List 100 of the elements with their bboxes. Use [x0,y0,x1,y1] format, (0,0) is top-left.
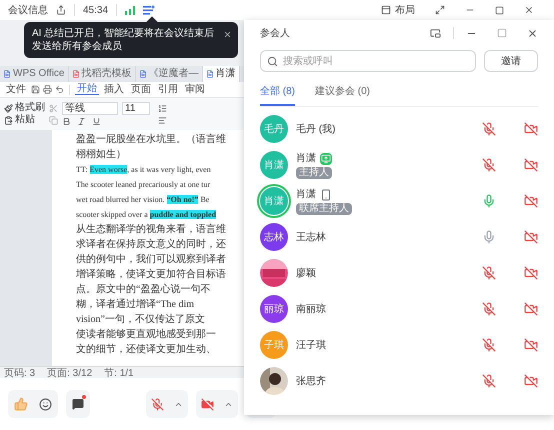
mic-off-icon[interactable] [482,338,496,352]
mic-off-icon[interactable] [482,266,496,280]
tooltip-text: AI 总结已开启，智能纪要将在会议结束后发送给所有参会成员 [32,28,214,52]
menu-tab[interactable]: 页面 [129,84,153,94]
mic-off-icon[interactable] [482,122,496,136]
italic-icon[interactable] [77,117,86,126]
document-line: 增译策略，使译文更加符合目标语 [76,268,226,282]
participant-row[interactable]: 子琪 汪子琪 [260,327,538,363]
close-icon[interactable] [223,30,232,39]
camera-off-icon[interactable] [524,230,538,244]
menu-tab[interactable]: 文件 [4,84,28,94]
participant-row[interactable]: 志林 王志林 [260,219,538,255]
participant-tab[interactable]: 全部 (8) [260,84,295,106]
menu-tab[interactable]: 插入 [102,84,126,94]
underline-icon[interactable] [92,117,101,126]
document-tab[interactable]: WPS Office [0,66,68,82]
meeting-info-label[interactable]: 会议信息 [8,2,48,18]
maximize-icon[interactable] [495,6,504,14]
role-badge: 主持人 [296,167,332,179]
share-icon[interactable] [56,5,66,15]
font-select[interactable]: 等线 [62,102,118,115]
cut-icon[interactable] [49,104,58,112]
participant-row[interactable]: 张思齐 [260,363,538,399]
document-line: wet road blurred her vision. “Oh no!” Be [76,194,210,206]
camera-off-icon[interactable] [524,266,538,280]
menu-tab[interactable]: 审阅 [183,84,207,94]
camera-off-icon[interactable] [524,338,538,352]
camera-off-icon[interactable] [524,302,538,316]
avatar: 志林 [260,223,288,251]
mic-icon[interactable] [482,194,496,208]
document-line: The scooter leaned precariously at one tur [76,179,210,191]
fullscreen-icon[interactable] [435,5,445,15]
camera-button[interactable] [196,390,238,418]
mic-off-icon[interactable] [482,374,496,388]
chat-button[interactable] [66,390,90,418]
participant-row[interactable]: 丽琼 南丽琼 [260,291,538,327]
camera-off-icon[interactable] [524,158,538,172]
reactions-button[interactable] [8,390,58,418]
save-icon[interactable] [31,85,40,94]
paste-button[interactable]: 粘贴 [4,115,45,125]
signal-icon [125,6,136,14]
document-line: vision”一句，不仅传达了原文 [76,312,205,327]
avatar: 丽琼 [260,295,288,323]
menu-tab[interactable]: 开始 [75,84,99,95]
clipboard-icon [4,116,13,124]
font-size-select[interactable]: 11 [122,102,150,115]
bold-icon[interactable] [62,117,71,126]
document-line: TT: Even worse, as it was very light, even [76,164,211,176]
document-tab[interactable]: 肖潇 [202,66,240,82]
document-line: 糊，译者通过增译“The dim [76,298,194,312]
participant-row[interactable]: 肖潇 肖潇 主持人 [260,147,538,183]
participant-name: 南丽琼 [296,302,326,316]
participant-tab[interactable]: 建议参会 (0) [315,84,370,106]
document-line: 点。原文中的“盈盈心说一句不 [76,282,210,297]
participant-row[interactable]: 廖颖 [260,255,538,291]
undo-icon[interactable] [55,85,64,94]
list-icon[interactable] [158,104,167,112]
thumbs-up-icon[interactable] [14,397,28,411]
mic-off-icon[interactable] [482,158,496,172]
participant-name: 廖颖 [296,266,316,280]
close-icon[interactable] [527,28,538,38]
copy-icon[interactable] [49,116,58,124]
document-tab[interactable]: 《逆魔者— [136,66,202,82]
pop-out-icon[interactable] [430,28,441,38]
meeting-timer: 45:34 [83,4,108,18]
participant-row[interactable]: 肖潇 肖潇 联席主持人 [260,183,538,219]
menu-tab[interactable]: 引用 [156,84,180,94]
ai-notes-icon[interactable] [143,5,156,15]
document-line: 盈盈一屁股坐在水坑里。（语言维 [76,132,226,147]
camera-off-icon[interactable] [524,122,538,136]
mic-button[interactable] [146,390,188,418]
camera-off-icon[interactable] [524,194,538,208]
status-bar-item: 页面: 3/12 [47,368,92,378]
invite-button[interactable]: 邀请 [484,50,538,72]
search-field[interactable]: 搜索或呼叫 [260,50,476,72]
chat-icon [72,398,84,410]
document-icon [138,70,146,78]
document-icon [206,70,214,78]
mic-off-icon[interactable] [482,302,496,316]
format-painter-button[interactable]: 格式刷 [4,103,45,113]
document-tab[interactable]: 找稻壳模板 [68,66,136,82]
participant-row[interactable]: 毛丹 毛丹 (我) [260,111,538,147]
panel-title: 参会人 [260,26,291,40]
document-line: 求译者在保持原文意义的同时，还 [76,238,226,252]
avatar: 毛丹 [260,115,288,143]
participant-name: 汪子琪 [296,338,326,352]
camera-off-icon[interactable] [524,374,538,388]
participant-name: 张思齐 [296,374,326,388]
participant-name: 肖潇 [296,152,316,166]
mic-icon[interactable] [482,230,496,244]
layout-button[interactable]: 布局 [381,2,415,18]
print-icon[interactable] [43,85,52,94]
close-icon[interactable] [524,5,534,15]
emoji-icon[interactable] [39,398,52,410]
document-icon [72,70,80,78]
participant-name: 毛丹 (我) [296,122,336,136]
align-left-icon[interactable] [158,116,167,124]
document-line: 供的例句中，我们可以观察到译者 [76,252,226,267]
camera-off-icon [201,398,214,410]
participant-name: 王志林 [296,230,326,244]
